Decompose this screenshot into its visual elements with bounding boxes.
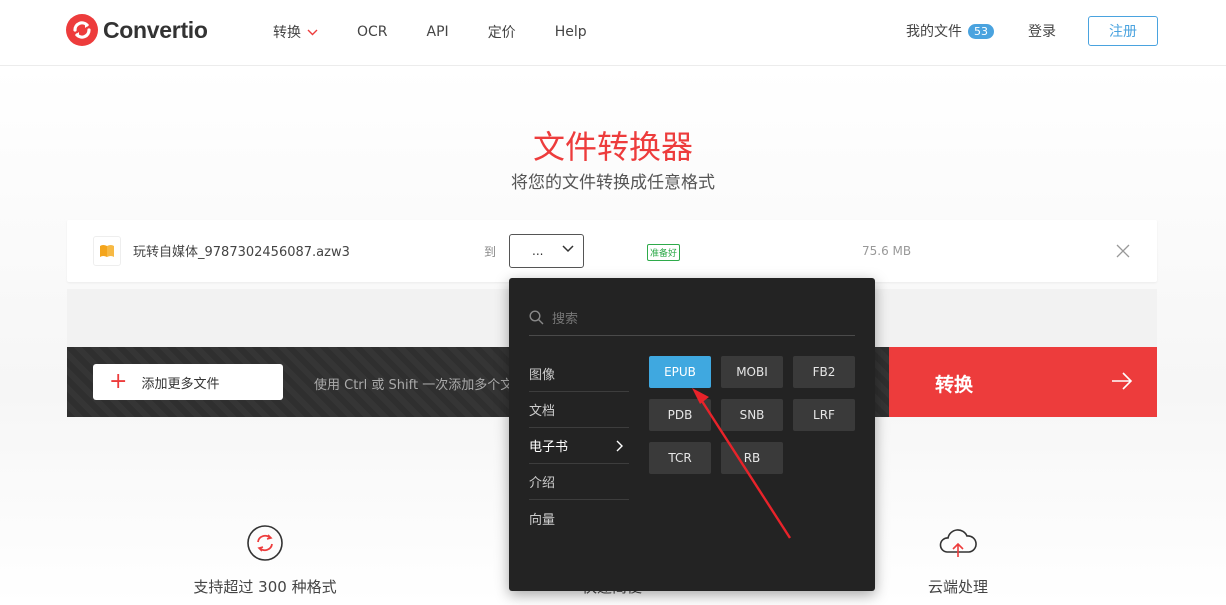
feature-cloud-label: 云端处理	[927, 578, 988, 596]
feature-cloud: 云端处理	[858, 524, 1058, 597]
page-subtitle: 将您的文件转换成任意格式	[511, 173, 715, 193]
category-document[interactable]: 文档	[529, 392, 629, 428]
chevron-right-icon	[616, 440, 623, 451]
refresh-cycle-icon	[247, 525, 283, 561]
category-ebook[interactable]: 电子书	[529, 428, 629, 464]
nav-convert[interactable]: 转换	[273, 22, 318, 42]
page-title: 文件转换器	[532, 128, 693, 166]
format-select[interactable]: ...	[509, 234, 584, 268]
add-more-files-label: 添加更多文件	[141, 376, 220, 392]
category-presentation-label: 介绍	[529, 476, 556, 491]
account-nav: 我的文件 53 登录 注册	[906, 16, 1158, 46]
format-options: EPUB MOBI FB2 PDB SNB LRF TCR RB	[649, 356, 859, 474]
category-vector-label: 向量	[529, 512, 556, 528]
feature-formats: 支持超过 300 种格式	[165, 524, 365, 597]
nav-help-label: Help	[554, 24, 587, 40]
format-option-fb2[interactable]: FB2	[793, 356, 855, 388]
nav-api-label: API	[426, 24, 449, 40]
arrow-right-icon	[1112, 372, 1133, 390]
to-label: 到	[484, 245, 497, 259]
format-option-mobi[interactable]: MOBI	[721, 356, 783, 388]
nav-ocr[interactable]: OCR	[357, 22, 388, 42]
file-row: 玩转自媒体_9787302456087.azw3 到 ... 准备好 75.6 …	[67, 220, 1157, 282]
feature-formats-label: 支持超过 300 种格式	[193, 578, 337, 596]
nav-pricing[interactable]: 定价	[488, 22, 516, 42]
convert-label: 转换	[935, 374, 974, 396]
multi-add-hint: 使用 Ctrl 或 Shift 一次添加多个文件	[314, 378, 527, 393]
format-option-rb[interactable]: RB	[721, 442, 783, 474]
format-option-tcr[interactable]: TCR	[649, 442, 711, 474]
nav-convert-label: 转换	[273, 25, 301, 41]
convert-button[interactable]: 转换	[889, 347, 1157, 417]
signup-button[interactable]: 注册	[1088, 16, 1158, 46]
add-more-files-button[interactable]: + 添加更多文件	[93, 364, 283, 400]
status-badge: 准备好	[647, 244, 681, 261]
format-option-lrf[interactable]: LRF	[793, 399, 855, 431]
signup-label: 注册	[1109, 24, 1137, 40]
chevron-down-icon	[562, 245, 574, 253]
my-files-label: 我的文件	[906, 24, 962, 40]
category-presentation[interactable]: 介绍	[529, 464, 629, 500]
logo-text: Convertio	[103, 16, 208, 43]
nav-ocr-label: OCR	[357, 24, 388, 40]
format-select-value: ...	[532, 244, 544, 258]
logo-icon	[66, 14, 98, 46]
format-option-pdb[interactable]: PDB	[649, 399, 711, 431]
category-image-label: 图像	[529, 368, 556, 383]
category-ebook-label: 电子书	[529, 440, 569, 455]
nav-pricing-label: 定价	[487, 25, 516, 41]
close-icon[interactable]	[1115, 243, 1131, 259]
cloud-upload-icon	[939, 529, 977, 557]
chevron-down-icon	[307, 29, 318, 35]
category-vector[interactable]: 向量	[529, 500, 629, 536]
format-search-placeholder: 搜索	[552, 312, 579, 327]
file-size: 75.6 MB	[862, 244, 912, 258]
format-dropdown: 搜索 图像 文档 电子书 介绍 向量 EPUB MOBI FB2 PDB SNB…	[509, 278, 875, 591]
my-files-link[interactable]: 我的文件 53	[906, 21, 994, 41]
logo[interactable]: Convertio	[66, 14, 208, 46]
file-name: 玩转自媒体_9787302456087.azw3	[133, 245, 350, 260]
category-image[interactable]: 图像	[529, 356, 629, 392]
format-search[interactable]: 搜索	[529, 300, 855, 336]
nav-api[interactable]: API	[427, 22, 449, 42]
top-header: Convertio 转换 OCR API 定价 Help 我的文件 53 登录 …	[0, 0, 1226, 66]
my-files-count-badge: 53	[968, 23, 994, 39]
format-option-snb[interactable]: SNB	[721, 399, 783, 431]
format-option-epub[interactable]: EPUB	[649, 356, 711, 388]
book-icon	[93, 236, 121, 266]
format-categories: 图像 文档 电子书 介绍 向量	[529, 356, 629, 536]
plus-icon: +	[109, 369, 128, 394]
nav-help[interactable]: Help	[555, 22, 587, 42]
main-nav: 转换 OCR API 定价 Help	[273, 22, 626, 42]
category-document-label: 文档	[529, 404, 556, 419]
login-link[interactable]: 登录	[1028, 21, 1056, 41]
search-icon	[529, 310, 544, 325]
